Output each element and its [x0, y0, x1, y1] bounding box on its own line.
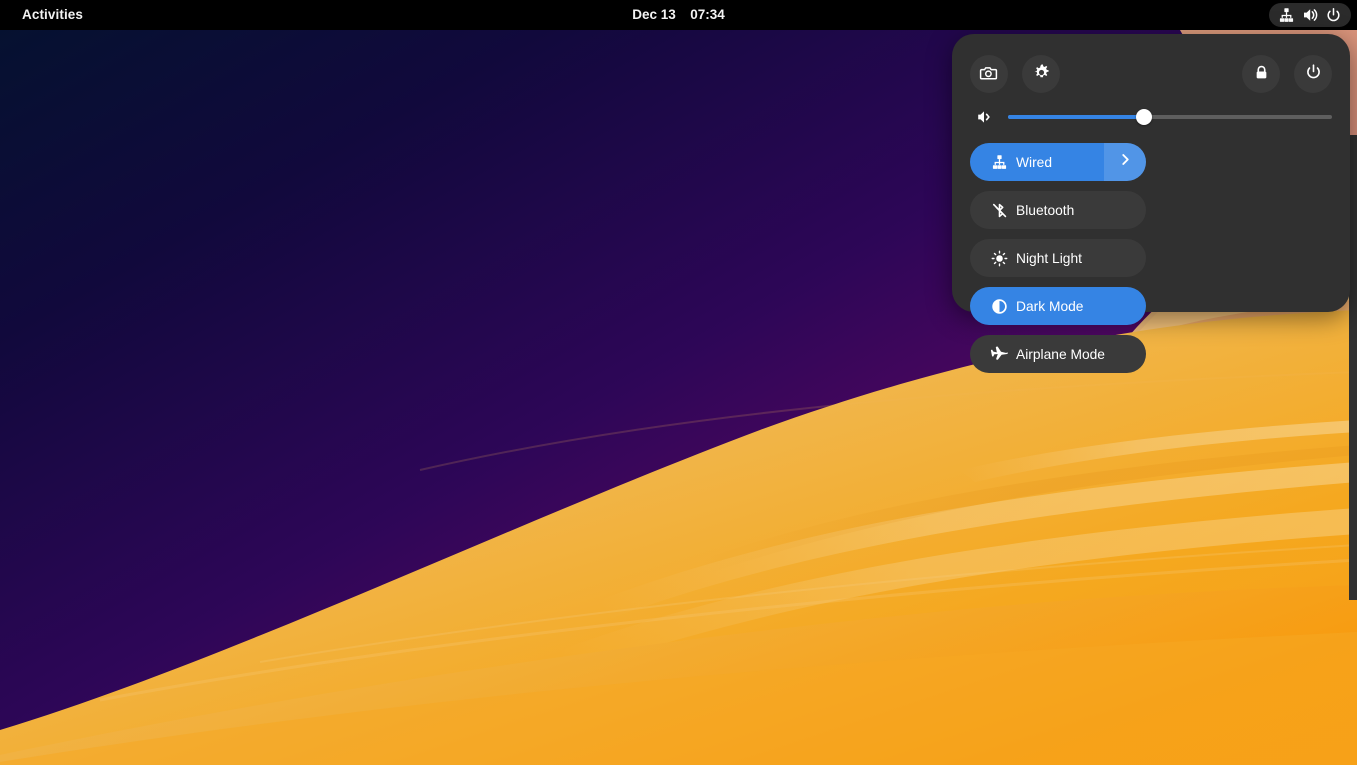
clock-date: Dec 13: [632, 7, 676, 22]
lock-icon: [1252, 63, 1271, 85]
volume-slider-handle[interactable]: [1136, 109, 1152, 125]
clock-button[interactable]: Dec 13 07:34: [624, 0, 733, 30]
bluetooth-disabled-icon: [984, 202, 1014, 219]
wired-toggle-label: Wired: [1016, 155, 1052, 170]
desktop-screen: Activities Dec 13 07:34: [0, 0, 1357, 765]
power-icon: [1304, 63, 1323, 85]
airplane-mode-toggle-label: Airplane Mode: [1016, 347, 1105, 362]
bluetooth-toggle-label: Bluetooth: [1016, 203, 1074, 218]
dark-mode-toggle[interactable]: Dark Mode: [970, 287, 1146, 325]
night-light-icon: [984, 250, 1014, 267]
volume-high-icon: [1301, 6, 1319, 24]
volume-slider-row: [972, 103, 1332, 131]
quick-settings-header: [970, 53, 1332, 95]
volume-slider[interactable]: [1008, 108, 1332, 126]
gear-icon: [1032, 63, 1051, 85]
night-light-toggle-label: Night Light: [1016, 251, 1082, 266]
quick-settings-tiles: Wired Bluetooth: [970, 143, 1332, 373]
activities-button[interactable]: Activities: [14, 0, 91, 30]
chevron-right-icon: [1118, 152, 1133, 172]
panel-edge-strip: [1349, 135, 1357, 600]
network-wired-icon: [1278, 7, 1295, 24]
airplane-mode-toggle[interactable]: Airplane Mode: [970, 335, 1146, 373]
bluetooth-toggle[interactable]: Bluetooth: [970, 191, 1146, 229]
clock-time: 07:34: [690, 7, 725, 22]
volume-slider-fill: [1008, 115, 1144, 119]
lock-screen-button[interactable]: [1242, 55, 1280, 93]
wired-expand-button[interactable]: [1104, 143, 1146, 181]
system-power-icon: [1325, 7, 1342, 24]
settings-button[interactable]: [1022, 55, 1060, 93]
night-light-toggle[interactable]: Night Light: [970, 239, 1146, 277]
volume-low-icon[interactable]: [972, 107, 998, 127]
power-off-button[interactable]: [1294, 55, 1332, 93]
top-bar: Activities Dec 13 07:34: [0, 0, 1357, 30]
network-wired-icon: [984, 154, 1014, 171]
wired-toggle[interactable]: Wired: [970, 143, 1146, 181]
dark-mode-toggle-label: Dark Mode: [1016, 299, 1083, 314]
activities-label: Activities: [22, 7, 83, 22]
quick-settings-panel: Wired Bluetooth: [952, 34, 1350, 312]
system-status-menu-button[interactable]: [1269, 3, 1351, 27]
camera-icon: [979, 63, 999, 86]
screenshot-button[interactable]: [970, 55, 1008, 93]
dark-mode-icon: [984, 298, 1014, 315]
airplane-icon: [984, 345, 1014, 363]
